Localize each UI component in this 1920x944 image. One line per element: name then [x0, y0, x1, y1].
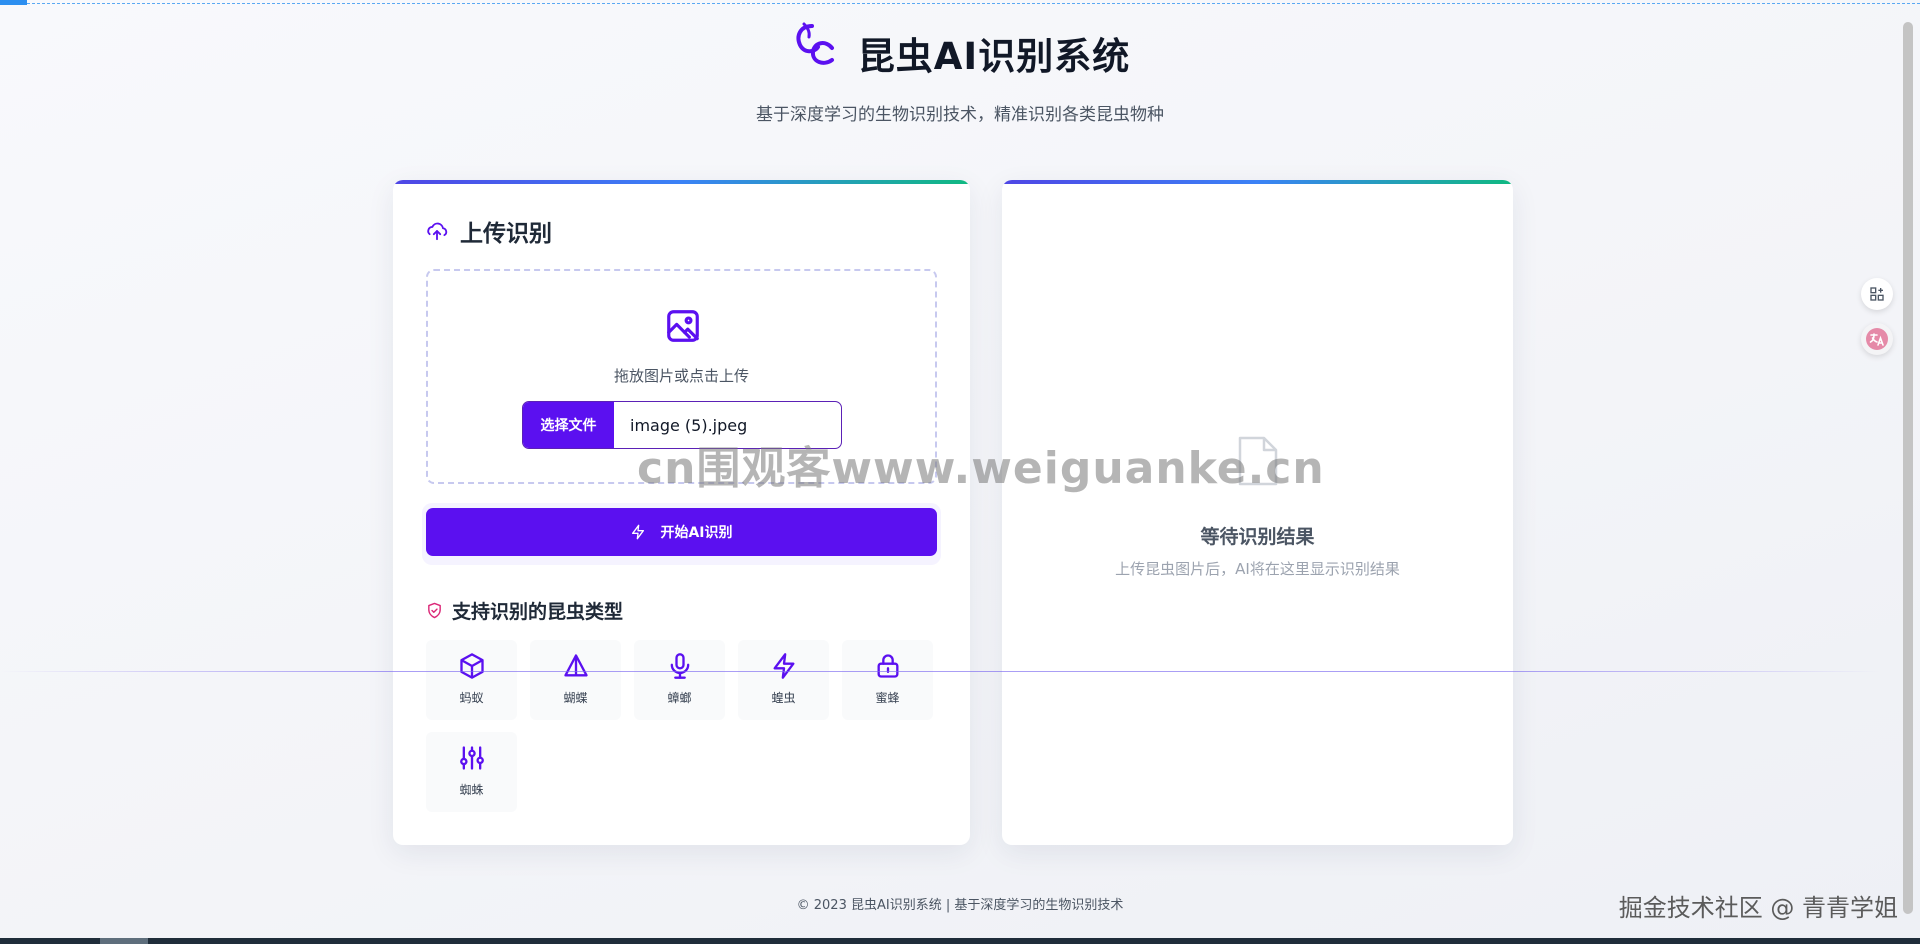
result-waiting-title: 等待识别结果 — [1200, 526, 1315, 548]
result-waiting-subtitle: 上传昆虫图片后，AI将在这里显示识别结果 — [1115, 560, 1400, 578]
page-title: 昆虫AI识别系统 — [857, 35, 1131, 78]
choose-file-button[interactable]: 选择文件 — [523, 402, 614, 448]
lock-icon — [877, 654, 898, 678]
type-item-butterfly[interactable]: 蝴蝶 — [530, 640, 621, 720]
supported-types-title: 支持识别的昆虫类型 — [452, 601, 624, 623]
vertical-scrollbar[interactable] — [1903, 22, 1913, 914]
microphone-icon — [670, 653, 689, 679]
upload-card-header: 上传识别 — [426, 214, 552, 248]
type-item-spider[interactable]: 蜘蛛 — [426, 732, 517, 812]
dropzone-hint: 拖放图片或点击上传 — [613, 367, 749, 385]
watermark-text: cn围观客www.weiguanke.cn — [637, 443, 1325, 494]
page-header: 昆虫AI识别系统 基于深度学习的生物识别技术，精准识别各类昆虫物种 — [0, 14, 1920, 125]
bottom-scrollbar — [0, 938, 1920, 944]
apps-side-button[interactable] — [1861, 278, 1893, 310]
type-label: 蟑螂 — [667, 691, 692, 705]
image-icon — [667, 310, 699, 342]
type-item-bee[interactable]: 蜜蜂 — [842, 640, 933, 720]
type-label: 蜜蜂 — [875, 691, 900, 705]
supported-types-header: 支持识别的昆虫类型 — [426, 597, 623, 624]
shield-check-icon — [428, 602, 441, 619]
cube-icon — [459, 653, 484, 679]
type-item-locust[interactable]: 蝗虫 — [738, 640, 829, 720]
loading-progress-bar — [0, 0, 27, 5]
corner-watermark: 掘金技术社区 @ 青青学姐 — [1618, 894, 1898, 922]
start-recognition-button[interactable]: 开始AI识别 — [426, 508, 937, 556]
translate-icon — [1866, 328, 1888, 350]
type-label: 蚂蚁 — [459, 691, 484, 705]
cloud-upload-icon — [427, 222, 448, 241]
horizontal-guide-line — [0, 671, 1880, 672]
loading-dash-line — [27, 3, 1920, 4]
type-label: 蝗虫 — [771, 691, 796, 705]
triangle-icon — [563, 654, 588, 677]
logo-icon — [796, 22, 834, 65]
start-recognition-label: 开始AI识别 — [660, 525, 733, 541]
type-label: 蜘蛛 — [459, 783, 484, 797]
upload-card-title: 上传识别 — [460, 221, 552, 247]
sliders-icon — [459, 746, 484, 770]
type-item-cockroach[interactable]: 蟑螂 — [634, 640, 725, 720]
result-card: 等待识别结果 上传昆虫图片后，AI将在这里显示识别结果 — [1002, 180, 1513, 845]
translate-side-button[interactable] — [1861, 323, 1893, 355]
lightning-icon — [632, 524, 645, 540]
bottom-scrollbar-thumb[interactable] — [100, 938, 148, 944]
type-item-ant[interactable]: 蚂蚁 — [426, 640, 517, 720]
type-label: 蝴蝶 — [563, 691, 588, 705]
apps-icon — [1870, 287, 1884, 301]
upload-card: 上传识别 拖放图片或点击上传 选择文件 image (5).jpeg 开始AI识… — [393, 180, 970, 845]
lightning-icon — [773, 653, 794, 679]
page-subtitle: 基于深度学习的生物识别技术，精准识别各类昆虫物种 — [756, 105, 1164, 125]
